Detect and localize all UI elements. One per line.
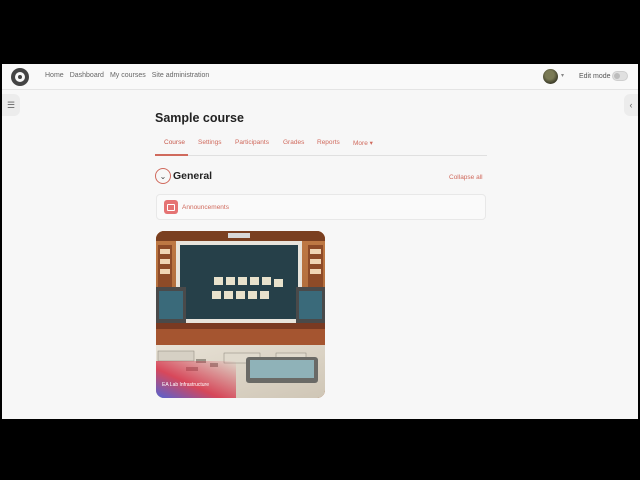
nav-site-administration-link[interactable]: Site administration — [152, 72, 210, 79]
primary-navigation: Home Dashboard My courses Site administr… — [45, 72, 209, 79]
active-tab-indicator — [155, 154, 188, 156]
list-icon: ☰ — [6, 99, 16, 110]
section-collapse-button[interactable]: ⌄ — [155, 168, 171, 184]
secondary-navigation: Course Settings Participants Grades Repo… — [155, 134, 487, 156]
block-drawer-button[interactable]: ‹ — [624, 94, 638, 116]
tab-course[interactable]: Course — [164, 139, 185, 146]
edit-mode-label: Edit mode — [579, 73, 611, 80]
site-logo-icon[interactable] — [11, 68, 29, 86]
tab-more[interactable]: More ▾ — [353, 139, 373, 147]
activity-announcements[interactable]: Announcements — [156, 194, 486, 220]
page-title: Sample course — [155, 111, 244, 125]
browser-viewport: Home Dashboard My courses Site administr… — [2, 64, 638, 419]
edit-mode-toggle[interactable] — [612, 71, 628, 81]
activity-link[interactable]: Announcements — [182, 204, 229, 211]
course-lab-image — [156, 231, 325, 398]
course-index-drawer-button[interactable]: ☰ — [2, 94, 20, 116]
collapse-all-link[interactable]: Collapse all — [449, 174, 483, 181]
user-menu-caret-icon[interactable]: ▾ — [561, 72, 564, 79]
forum-icon — [164, 200, 178, 214]
nav-dashboard-link[interactable]: Dashboard — [70, 72, 104, 79]
tab-settings[interactable]: Settings — [198, 139, 222, 146]
chevron-left-icon: ‹ — [629, 100, 633, 110]
tab-grades[interactable]: Grades — [283, 139, 304, 146]
nav-my-courses-link[interactable]: My courses — [110, 72, 146, 79]
chevron-down-icon: ⌄ — [159, 171, 167, 181]
tab-reports[interactable]: Reports — [317, 139, 340, 146]
section-title: General — [173, 170, 213, 182]
user-avatar[interactable] — [543, 69, 558, 84]
tab-participants[interactable]: Participants — [235, 139, 269, 146]
top-navbar: Home Dashboard My courses Site administr… — [2, 64, 638, 90]
nav-home-link[interactable]: Home — [45, 72, 64, 79]
image-caption: EA Lab Infrastructure — [162, 382, 209, 388]
